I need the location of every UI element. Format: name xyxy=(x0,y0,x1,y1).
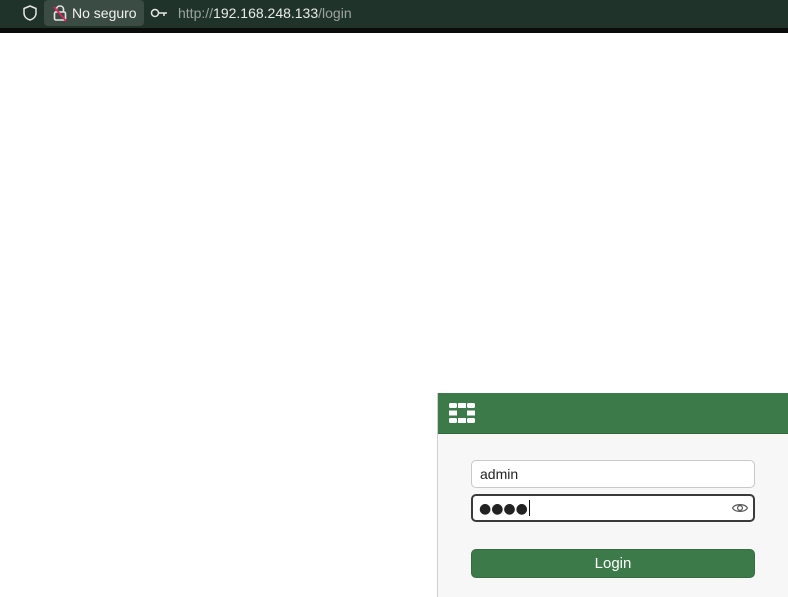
password-value: ●●●● xyxy=(479,500,530,517)
lock-warning-icon xyxy=(52,4,68,22)
login-header xyxy=(438,393,788,434)
text-caret xyxy=(528,500,530,516)
url-path: /login xyxy=(318,5,352,21)
login-button[interactable]: Login xyxy=(471,549,755,578)
address-bar[interactable]: http://192.168.248.133/login xyxy=(178,5,352,21)
fortinet-logo-icon xyxy=(448,402,476,424)
username-input[interactable] xyxy=(471,460,755,488)
eye-icon[interactable] xyxy=(731,501,749,515)
url-host: 192.168.248.133 xyxy=(213,5,319,21)
url-scheme: http:// xyxy=(178,5,214,21)
site-security-indicator[interactable]: No seguro xyxy=(44,0,144,26)
login-panel: ●●●● Login xyxy=(437,393,788,597)
password-input[interactable]: ●●●● xyxy=(471,494,755,522)
browser-toolbar: No seguro http://192.168.248.133/login xyxy=(0,0,788,33)
security-label: No seguro xyxy=(72,5,137,21)
shield-icon[interactable] xyxy=(21,4,39,22)
password-masked-text: ●●●● xyxy=(479,501,528,517)
key-icon[interactable] xyxy=(150,6,168,20)
